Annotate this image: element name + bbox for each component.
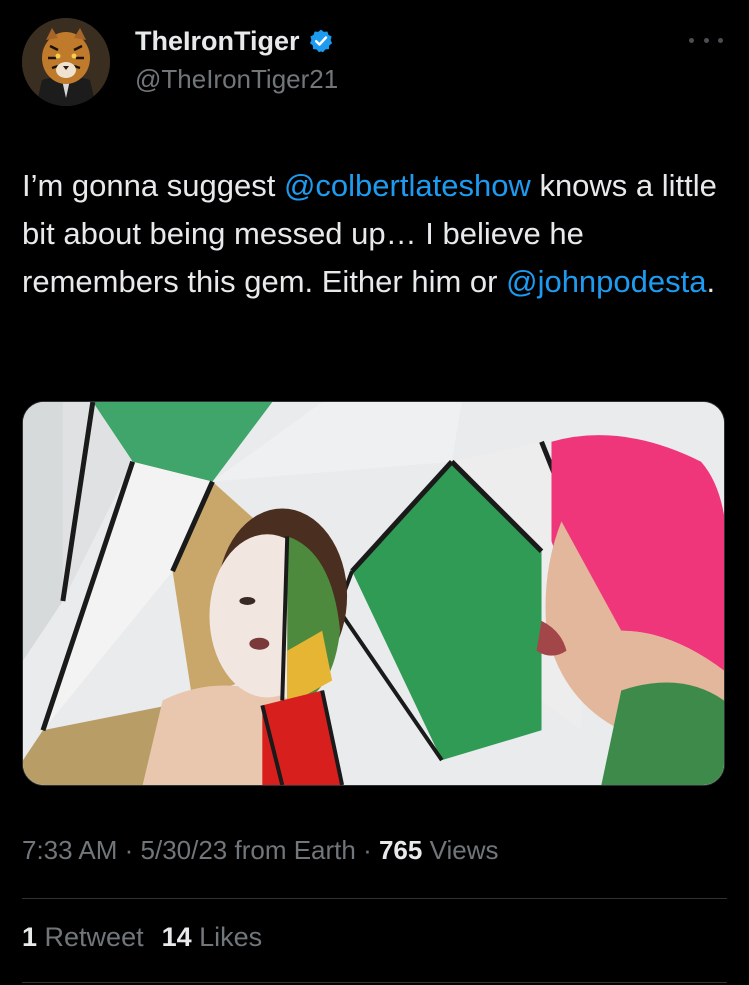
retweets-label: Retweet xyxy=(37,922,144,952)
tweet-date[interactable]: 5/30/23 xyxy=(141,835,228,865)
tweet-text-part: I’m gonna suggest xyxy=(22,168,284,203)
tweet-text: I’m gonna suggest @colbertlateshow knows… xyxy=(22,162,722,306)
tweet-media-video[interactable] xyxy=(22,401,725,786)
tweet-stats: 1 Retweet 14 Likes xyxy=(22,922,262,953)
meta-separator: · xyxy=(355,835,379,865)
meta-separator: · xyxy=(117,835,141,865)
retweets-count: 1 xyxy=(22,922,38,952)
video-thumbnail xyxy=(23,402,724,785)
more-options-icon[interactable] xyxy=(689,30,723,50)
likes-count: 14 xyxy=(161,922,192,952)
likes-label: Likes xyxy=(191,922,263,952)
tweet-source: from Earth xyxy=(227,835,356,865)
tweet-meta-line: 7:33 AM · 5/30/23 from Earth · 765 Views xyxy=(22,835,498,866)
likes-stat[interactable]: 14 Likes xyxy=(162,922,263,952)
views-count: 765 xyxy=(378,835,423,865)
author-display-name[interactable]: TheIronTiger xyxy=(135,26,300,57)
tiger-avatar-icon xyxy=(22,18,110,106)
verified-badge-icon xyxy=(308,28,334,54)
divider xyxy=(22,898,727,899)
tweet-text-part: . xyxy=(706,264,716,299)
views-label: Views xyxy=(422,835,499,865)
tweet-time[interactable]: 7:33 AM xyxy=(22,835,117,865)
divider xyxy=(22,982,727,983)
author-name-row: TheIronTiger xyxy=(135,22,334,60)
mention-link-johnpodesta[interactable]: @johnpodesta xyxy=(506,264,706,299)
author-handle[interactable]: @TheIronTiger21 xyxy=(135,64,338,95)
retweets-stat[interactable]: 1 Retweet xyxy=(22,922,144,952)
author-avatar[interactable] xyxy=(22,18,110,106)
mention-link-colbertlateshow[interactable]: @colbertlateshow xyxy=(284,168,531,203)
